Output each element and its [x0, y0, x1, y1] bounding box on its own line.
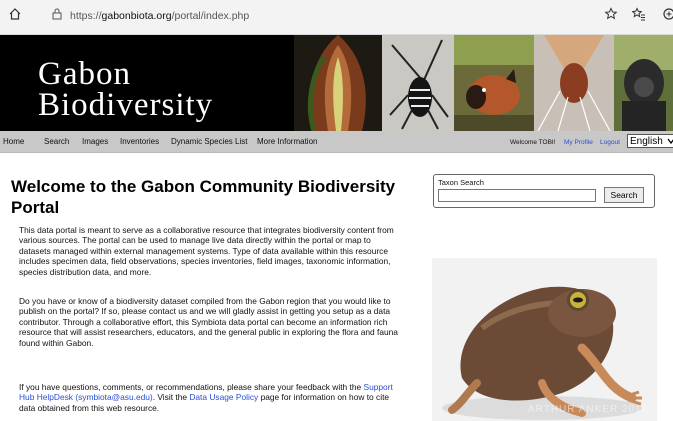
site-title-line1: Gabon: [38, 56, 131, 92]
site-banner: Gabon Biodiversity: [0, 35, 673, 131]
logout-link[interactable]: Logout: [600, 139, 620, 146]
nav-images[interactable]: Images: [82, 137, 108, 146]
insect-photo: [534, 35, 614, 131]
main-nav: Home Search Images Inventories Dynamic S…: [0, 131, 673, 153]
my-profile-link[interactable]: My Profile: [564, 139, 593, 146]
beetle-photo: [382, 35, 454, 131]
chevron-down-icon: [667, 138, 673, 144]
taxon-search-label: Taxon Search: [438, 178, 484, 187]
contribute-paragraph: Do you have or know of a biodiversity da…: [19, 296, 398, 348]
feedback-paragraph: If you have questions, comments, or reco…: [19, 382, 403, 413]
red-river-hog-photo: [454, 35, 534, 131]
frog-image: [432, 258, 657, 421]
url-prefix: https://: [70, 10, 102, 22]
nav-more-information[interactable]: More Information: [257, 137, 317, 146]
nav-home[interactable]: Home: [3, 137, 24, 146]
url-path: /portal/index.php: [171, 10, 250, 22]
lock-icon[interactable]: [46, 6, 68, 28]
taxon-search-button[interactable]: Search: [604, 187, 644, 203]
welcome-text: Welcome TOBI!: [510, 139, 556, 146]
language-selected: English: [630, 136, 663, 147]
collections-icon[interactable]: [658, 6, 673, 28]
favorites-icon[interactable]: [628, 6, 650, 28]
language-select[interactable]: English: [627, 134, 673, 148]
feedback-text-mid: . Visit the: [152, 392, 190, 403]
add-favorite-icon[interactable]: [600, 6, 622, 28]
nav-inventories[interactable]: Inventories: [120, 137, 159, 146]
home-icon[interactable]: [4, 6, 26, 28]
nav-search[interactable]: Search: [44, 137, 69, 146]
taxon-search-box: Taxon Search Search: [433, 174, 655, 208]
site-title[interactable]: Gabon Biodiversity: [38, 56, 214, 123]
feedback-text-start: If you have questions, comments, or reco…: [19, 382, 364, 392]
address-bar[interactable]: https://gabonbiota.org/portal/index.php: [70, 10, 249, 22]
nav-dynamic-species-list[interactable]: Dynamic Species List: [171, 137, 247, 146]
taxon-search-input[interactable]: [438, 189, 596, 202]
intro-paragraph: This data portal is meant to serve as a …: [19, 225, 394, 277]
featured-frog-photo: ARTHUR ANKER 2016: [432, 258, 657, 421]
url-host: gabonbiota.org: [101, 10, 172, 22]
photo-watermark: ARTHUR ANKER 2016: [528, 404, 649, 415]
page-title: Welcome to the Gabon Community Biodivers…: [11, 177, 396, 217]
data-usage-policy-link[interactable]: Data Usage Policy: [189, 392, 258, 402]
browser-toolbar: https://gabonbiota.org/portal/index.php: [0, 0, 673, 35]
site-title-line2: Biodiversity: [38, 87, 214, 123]
flower-photo: [294, 35, 382, 131]
gorilla-photo: [614, 35, 673, 131]
